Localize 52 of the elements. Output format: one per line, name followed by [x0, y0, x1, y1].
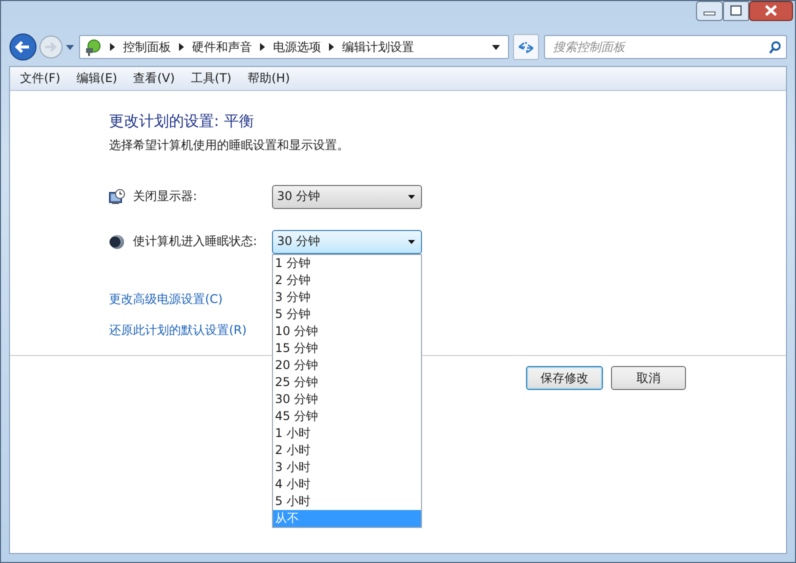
dropdown-option[interactable]: 2 小时	[273, 442, 421, 458]
dropdown-option[interactable]: 15 分钟	[273, 340, 421, 356]
minimize-button[interactable]	[696, 1, 723, 21]
breadcrumb-item[interactable]: 硬件和声音	[192, 38, 252, 56]
setting-label: 关闭显示器:	[133, 188, 198, 205]
moon-icon	[109, 234, 125, 250]
dropdown-caret-icon	[408, 240, 415, 244]
dropdown-option[interactable]: 20 分钟	[273, 356, 421, 374]
dropdown-caret-icon	[408, 194, 415, 198]
refresh-button[interactable]	[513, 34, 539, 60]
search-field[interactable]: 搜索控制面板	[544, 35, 787, 59]
power-plug-icon	[84, 38, 102, 56]
dropdown-option[interactable]: 30 分钟	[273, 390, 421, 408]
settings-link[interactable]: 还原此计划的默认设置(R)	[109, 322, 247, 338]
back-button[interactable]	[9, 33, 37, 61]
cancel-button[interactable]: 取消	[611, 366, 686, 390]
dropdown-option[interactable]: 10 分钟	[273, 322, 421, 340]
menu-item[interactable]: 帮助(H)	[240, 70, 298, 87]
maximize-button[interactable]	[723, 1, 749, 21]
menu-item[interactable]: 文件(F)	[12, 70, 68, 87]
dropdown-select[interactable]: 30 分钟	[272, 184, 422, 208]
menu-item[interactable]: 工具(T)	[182, 70, 240, 87]
breadcrumb-item[interactable]: 电源选项	[273, 38, 321, 56]
settings-link[interactable]: 更改高级电源设置(C)	[109, 291, 223, 307]
chevron-icon[interactable]	[329, 43, 334, 51]
description-text: 选择希望计算机使用的睡眠设置和显示设置。	[109, 137, 349, 153]
dropdown-option[interactable]: 3 分钟	[273, 288, 421, 306]
breadcrumb-item[interactable]: 控制面板	[123, 38, 171, 56]
dropdown-option[interactable]: 25 分钟	[273, 374, 421, 390]
menu-item[interactable]: 查看(V)	[125, 70, 183, 87]
breadcrumb-item[interactable]: 编辑计划设置	[342, 38, 414, 56]
dropdown-caret-icon[interactable]	[492, 44, 500, 50]
close-button[interactable]	[749, 1, 793, 21]
address-bar[interactable]: 控制面板 硬件和声音 电源选项 编辑计划设置	[79, 35, 509, 59]
dropdown-option[interactable]: 45 分钟	[273, 408, 421, 424]
dropdown-option[interactable]: 3 小时	[273, 458, 421, 476]
save-button[interactable]: 保存修改	[526, 366, 603, 390]
dropdown-option[interactable]: 5 小时	[273, 492, 421, 510]
chevron-icon[interactable]	[260, 43, 265, 51]
menu-item[interactable]: 编辑(E)	[68, 70, 126, 87]
chevron-icon[interactable]	[110, 43, 115, 51]
search-icon[interactable]	[769, 41, 781, 54]
dropdown-option[interactable]: 1 分钟	[273, 254, 421, 272]
dropdown-option[interactable]: 5 分钟	[273, 306, 421, 322]
dropdown-option[interactable]: 1 小时	[273, 424, 421, 442]
setting-label: 使计算机进入睡眠状态:	[133, 233, 258, 250]
dropdown-option[interactable]: 4 小时	[273, 476, 421, 492]
page-heading: 更改计划的设置: 平衡	[109, 111, 254, 131]
dropdown-option[interactable]: 2 分钟	[273, 272, 421, 288]
monitor-clock-icon	[109, 188, 125, 204]
chevron-icon[interactable]	[179, 43, 184, 51]
dropdown-select[interactable]: 30 分钟	[272, 230, 422, 254]
